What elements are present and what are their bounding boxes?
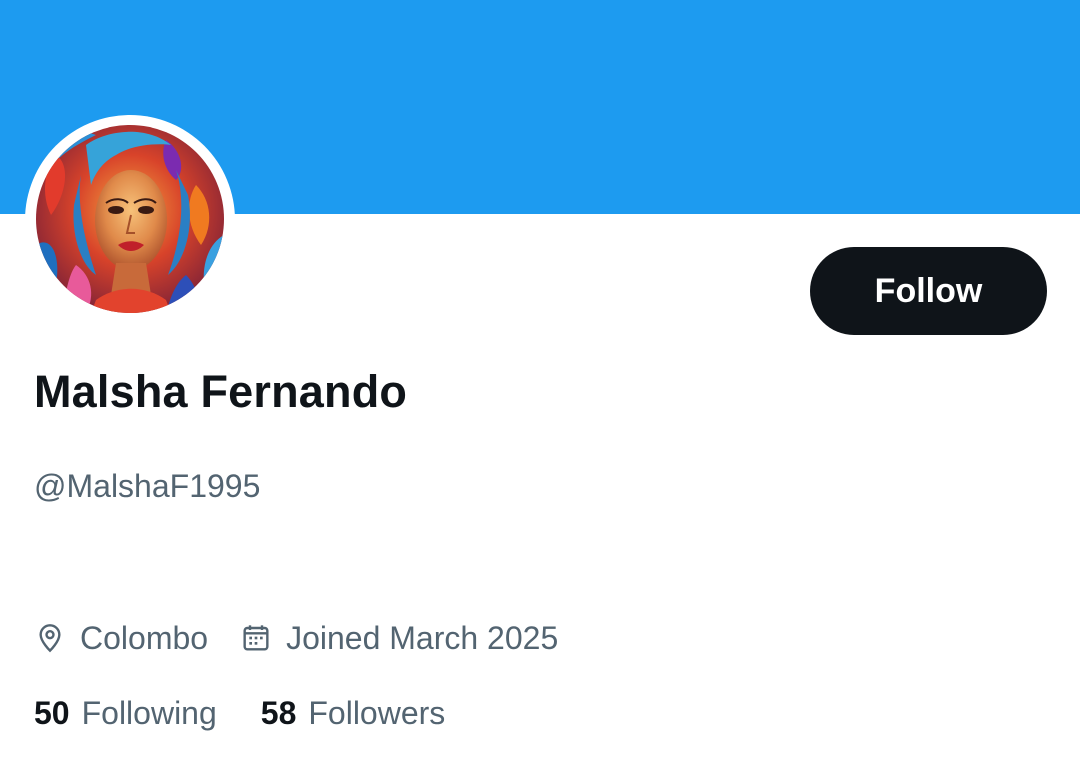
- user-handle: @MalshaF1995: [34, 468, 261, 504]
- followers-label: Followers: [308, 694, 446, 731]
- following-label: Following: [81, 694, 217, 731]
- following-count: 50: [34, 694, 70, 731]
- location-item: Colombo: [34, 620, 208, 657]
- calendar-icon: [240, 622, 272, 654]
- follow-button[interactable]: Follow: [810, 247, 1047, 335]
- followers-link[interactable]: 58 Followers: [261, 695, 446, 732]
- joined-date-text: Joined March 2025: [286, 619, 559, 656]
- profile-meta: Colombo Joined March 2025: [34, 618, 558, 658]
- avatar-illustration: [36, 125, 224, 313]
- avatar[interactable]: [36, 125, 224, 313]
- following-link[interactable]: 50 Following: [34, 695, 217, 732]
- follow-stats: 50 Following 58 Followers: [34, 693, 445, 733]
- joined-date-item: Joined March 2025: [240, 620, 558, 657]
- location-text: Colombo: [80, 619, 209, 656]
- location-pin-icon: [34, 622, 66, 654]
- display-name: Malsha Fernando: [34, 366, 408, 417]
- followers-count: 58: [260, 694, 297, 731]
- profile-page: Follow Malsha Fernando @MalshaF1995 Colo…: [0, 0, 1080, 765]
